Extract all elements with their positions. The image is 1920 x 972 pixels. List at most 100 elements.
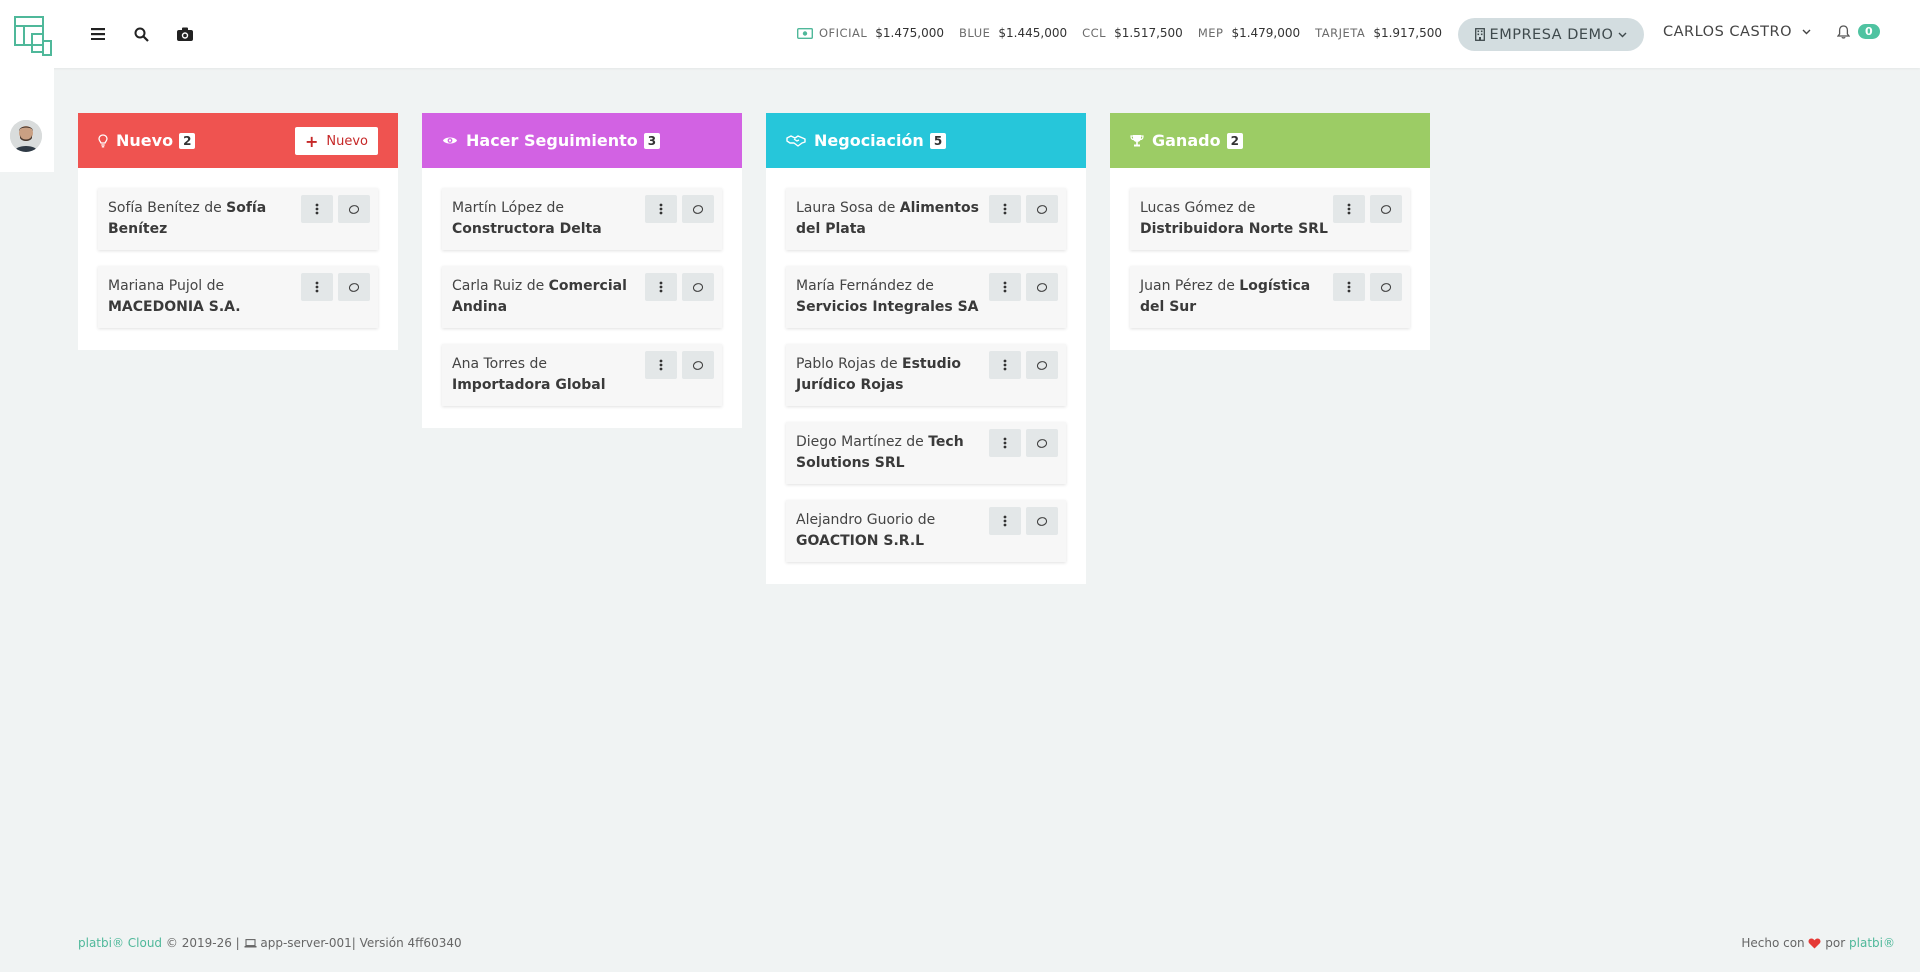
footer-brand[interactable]: platbi® Cloud — [78, 936, 162, 950]
card-of: de — [526, 278, 545, 294]
deal-card[interactable]: Pablo Rojas de Estudio Jurídico Rojas — [786, 344, 1066, 406]
card-contact: Diego Martínez — [796, 434, 902, 450]
deal-card[interactable]: Diego Martínez de Tech Solutions SRL — [786, 422, 1066, 484]
more-options-button[interactable] — [989, 429, 1021, 457]
footer-by: por — [1825, 936, 1846, 950]
card-contact: Martín López — [452, 200, 543, 216]
chevron-down-icon — [1618, 32, 1627, 37]
column-negociacion: Negociación 5 Laura Sosa de Alimentos de… — [766, 113, 1086, 584]
column-title: Negociación — [814, 131, 924, 150]
more-options-button[interactable] — [645, 351, 677, 379]
card-of: de — [906, 434, 924, 450]
footer-by-brand[interactable]: platbi® — [1849, 936, 1895, 950]
lemon-icon — [692, 204, 704, 214]
lemon-icon — [1380, 282, 1392, 292]
lead-button[interactable] — [338, 195, 370, 223]
more-options-button[interactable] — [989, 273, 1021, 301]
footer-made-with: Hecho con — [1741, 936, 1805, 950]
lead-button[interactable] — [1026, 273, 1058, 301]
card-text: Pablo Rojas de Estudio Jurídico Rojas — [796, 354, 986, 396]
deal-card[interactable]: María Fernández de Servicios Integrales … — [786, 266, 1066, 328]
card-text: Carla Ruiz de Comercial Andina — [452, 276, 642, 318]
kebab-icon — [315, 281, 319, 293]
lead-button[interactable] — [682, 351, 714, 379]
more-options-button[interactable] — [645, 273, 677, 301]
deal-card[interactable]: Mariana Pujol de MACEDONIA S.A. — [98, 266, 378, 328]
more-options-button[interactable] — [989, 351, 1021, 379]
column-body: Laura Sosa de Alimentos del Plata María … — [766, 168, 1086, 584]
platbi-logo[interactable] — [14, 16, 52, 56]
lead-button[interactable] — [682, 195, 714, 223]
more-options-button[interactable] — [645, 195, 677, 223]
eye-icon — [442, 135, 458, 146]
kebab-icon — [1347, 203, 1351, 215]
new-deal-button[interactable]: + Nuevo — [294, 127, 378, 155]
kebab-icon — [659, 281, 663, 293]
card-of: de — [1217, 278, 1235, 294]
heart-icon — [1808, 938, 1821, 948]
company-selector[interactable]: EMPRESA DEMO — [1458, 18, 1644, 51]
card-of: de — [916, 278, 934, 294]
card-text: Laura Sosa de Alimentos del Plata — [796, 198, 986, 240]
deal-card[interactable]: Carla Ruiz de Comercial Andina — [442, 266, 722, 328]
new-button-label: Nuevo — [326, 133, 368, 149]
avatar[interactable] — [10, 120, 42, 152]
card-company: Constructora Delta — [452, 221, 602, 237]
column-title: Hacer Seguimiento — [466, 131, 638, 150]
lead-button[interactable] — [1370, 273, 1402, 301]
lead-button[interactable] — [1026, 507, 1058, 535]
camera-icon[interactable] — [173, 22, 197, 46]
card-contact: Mariana Pujol — [108, 278, 203, 294]
lead-button[interactable] — [1026, 351, 1058, 379]
lead-button[interactable] — [682, 273, 714, 301]
kebab-icon — [315, 203, 319, 215]
rate-value: $1.475,000 — [875, 26, 944, 40]
card-of: de — [877, 200, 896, 216]
deal-card[interactable]: Laura Sosa de Alimentos del Plata — [786, 188, 1066, 250]
card-actions — [645, 351, 714, 379]
user-menu[interactable]: CARLOS CASTRO — [1663, 24, 1811, 40]
card-of: de — [206, 278, 225, 294]
footer-left: platbi® Cloud © 2019-26 | app-server-001… — [78, 936, 462, 950]
kebab-icon — [1347, 281, 1351, 293]
rate-value: $1.445,000 — [998, 26, 1068, 40]
lemon-icon — [692, 360, 704, 370]
lead-button[interactable] — [1026, 429, 1058, 457]
more-options-button[interactable] — [1333, 273, 1365, 301]
more-options-button[interactable] — [989, 507, 1021, 535]
more-options-button[interactable] — [989, 195, 1021, 223]
lemon-icon — [1036, 438, 1048, 448]
card-actions — [301, 273, 370, 301]
money-icon — [797, 27, 813, 39]
column-header: Nuevo 2 + Nuevo — [78, 113, 398, 168]
lead-button[interactable] — [338, 273, 370, 301]
notifications[interactable]: 0 — [1837, 24, 1880, 39]
card-of: de — [1237, 200, 1256, 216]
deal-card[interactable]: Sofía Benítez de Sofía Benítez — [98, 188, 378, 250]
more-options-button[interactable] — [301, 273, 333, 301]
rate-value: $1.517,500 — [1114, 26, 1183, 40]
kebab-icon — [1003, 437, 1007, 449]
lead-button[interactable] — [1026, 195, 1058, 223]
rate-blue: BLUE $1.445,000 — [959, 26, 1067, 40]
lemon-icon — [1036, 360, 1048, 370]
more-options-button[interactable] — [301, 195, 333, 223]
card-contact: Pablo Rojas — [796, 356, 876, 372]
card-contact: Lucas Gómez — [1140, 200, 1234, 216]
lead-button[interactable] — [1370, 195, 1402, 223]
more-options-button[interactable] — [1333, 195, 1365, 223]
deal-card[interactable]: Alejandro Guorio de GOACTION S.R.L — [786, 500, 1066, 562]
column-title: Nuevo — [116, 131, 174, 150]
search-icon[interactable] — [129, 22, 153, 46]
deal-card[interactable]: Martín López de Constructora Delta — [442, 188, 722, 250]
chevron-down-icon — [1802, 29, 1811, 35]
menu-icon[interactable] — [86, 22, 110, 46]
card-text: Martín López de Constructora Delta — [452, 198, 642, 240]
deal-card[interactable]: Ana Torres de Importadora Global — [442, 344, 722, 406]
card-actions — [989, 195, 1058, 223]
card-text: Sofía Benítez de Sofía Benítez — [108, 198, 298, 240]
column-ganado: Ganado 2 Lucas Gómez de Distribuidora No… — [1110, 113, 1430, 350]
card-text: Juan Pérez de Logística del Sur — [1140, 276, 1330, 318]
deal-card[interactable]: Juan Pérez de Logística del Sur — [1130, 266, 1410, 328]
deal-card[interactable]: Lucas Gómez de Distribuidora Norte SRL — [1130, 188, 1410, 250]
